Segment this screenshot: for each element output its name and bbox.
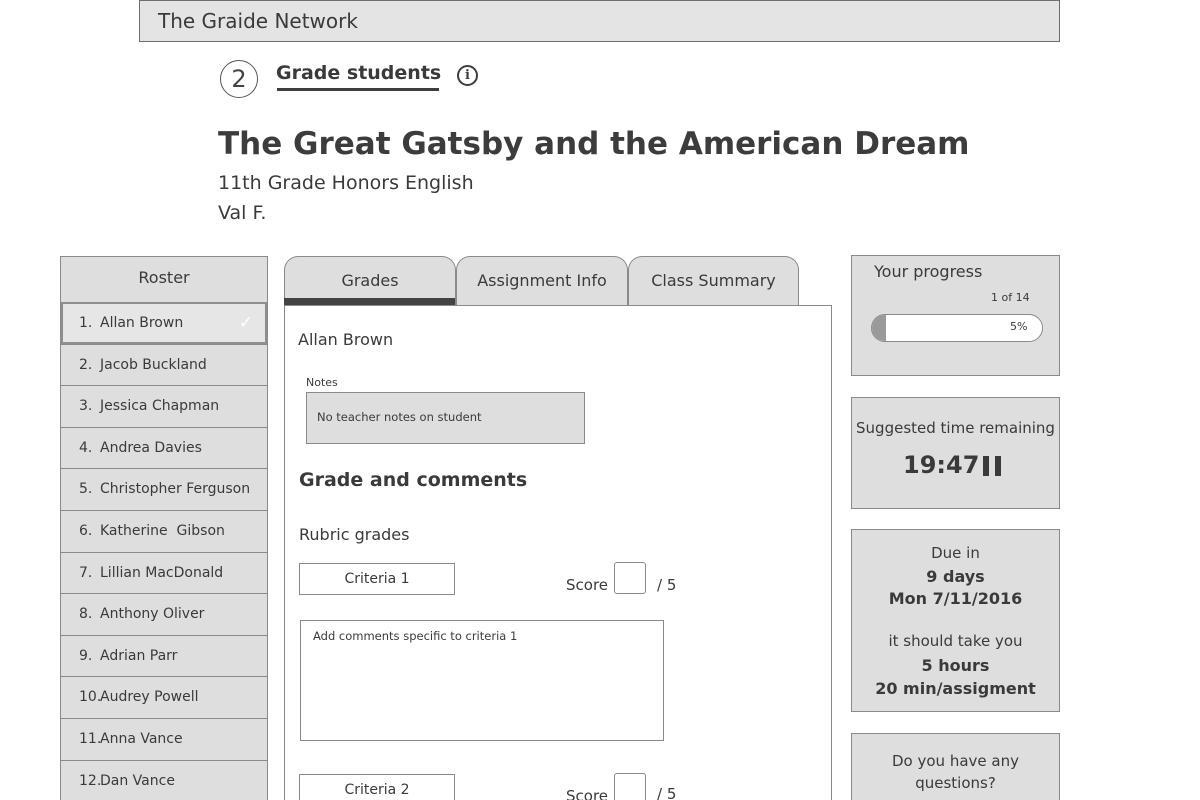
tab-assignment-info-label: Assignment Info	[477, 271, 607, 290]
roster-item[interactable]: 2. Jacob Buckland	[61, 343, 267, 386]
roster-item-name: Jessica Chapman	[100, 398, 220, 415]
roster-item-number: 3.	[79, 398, 93, 415]
roster-item-number: 12.	[79, 772, 102, 789]
pause-icon[interactable]	[983, 456, 1003, 476]
progress-percent: 5%	[1010, 320, 1028, 333]
timer-value: 19:47	[903, 451, 980, 479]
tab-assignment-info[interactable]: Assignment Info	[456, 256, 628, 306]
assignment-title: The Great Gatsby and the American Dream	[218, 126, 970, 162]
estimate-per-assignment: 20 min/assigment	[875, 679, 1036, 698]
roster-title: Roster	[138, 268, 190, 287]
roster-item[interactable]: 10.Audrey Powell	[61, 676, 267, 718]
roster-item-number: 10.	[79, 689, 102, 706]
estimate-hours: 5 hours	[921, 656, 990, 675]
roster-item-name: Anthony Oliver	[100, 606, 205, 623]
tab-grades-label: Grades	[341, 271, 399, 290]
assignment-class: 11th Grade Honors English	[218, 172, 474, 194]
due-date: Mon 7/11/2016	[888, 589, 1023, 608]
roster-item-number: 5.	[79, 481, 93, 498]
roster-item-name: Katherine Gibson	[100, 523, 225, 539]
app-title: The Graide Network	[158, 9, 358, 33]
step-title-underline	[277, 88, 439, 91]
roster-item[interactable]: 9. Adrian Parr	[61, 634, 267, 677]
due-days: 9 days	[926, 567, 985, 586]
roster-item[interactable]: 8. Anthony Oliver	[61, 593, 267, 635]
criteria-1-score-max: / 5	[657, 576, 677, 594]
roster-item-number: 4.	[79, 439, 93, 456]
roster-item-name: Allan Brown	[100, 315, 184, 331]
roster-item-number: 9.	[79, 647, 93, 664]
roster-panel: Roster 1. Allan Brown ✓ 2. Jacob Buckland 3. J…	[60, 256, 268, 800]
criteria-1-comment-field[interactable]: Add comments specific to criteria 1	[300, 620, 664, 741]
progress-count: 1 of 14	[991, 291, 1030, 304]
notes-box: No teacher notes on student	[306, 392, 585, 444]
student-name: Allan Brown	[298, 330, 394, 349]
roster-item[interactable]: 4. Andrea Davies	[61, 426, 267, 469]
notes-label: Notes	[306, 376, 338, 389]
estimate-label: it should take you	[888, 632, 1023, 650]
roster-item-name: Anna Vance	[100, 731, 183, 747]
roster-item-number: 2.	[79, 356, 93, 373]
tab-class-summary-label: Class Summary	[651, 271, 776, 290]
info-icon[interactable]: i	[457, 65, 478, 86]
roster-item-name: Christopher Ferguson	[100, 481, 251, 498]
roster-item-name: Jacob Buckland	[100, 356, 207, 373]
criteria-2-score-input[interactable]	[614, 773, 646, 800]
grade-comments-heading: Grade and comments	[299, 469, 528, 491]
roster-item[interactable]: 11.Anna Vance	[61, 718, 267, 760]
roster-item-number: 8.	[79, 606, 93, 623]
criteria-1-button[interactable]: Criteria 1	[299, 563, 455, 595]
roster-item-name: Andrea Davies	[100, 439, 202, 456]
roster-item[interactable]: 3. Jessica Chapman	[61, 385, 267, 427]
progress-title: Your progress	[874, 262, 983, 281]
roster-item-number: 1.	[79, 315, 93, 331]
roster-item-name: Adrian Parr	[100, 647, 178, 664]
app-header: The Graide Network	[139, 0, 1060, 42]
criteria-2-score-label: Score	[566, 787, 609, 800]
roster-item[interactable]: 6. Katherine Gibson	[61, 510, 267, 552]
roster-item-name: Audrey Powell	[100, 689, 199, 706]
roster-item-number: 7.	[79, 564, 93, 581]
due-label: Due in	[931, 544, 980, 562]
criteria-1-score-label: Score	[566, 576, 609, 594]
rubric-grades-heading: Rubric grades	[299, 525, 410, 544]
criteria-1-score-input[interactable]	[614, 562, 646, 594]
timer-label: Suggested time remaining	[856, 419, 1055, 437]
roster-item-number: 6.	[79, 523, 93, 539]
criteria-2-button[interactable]: Criteria 2	[299, 774, 455, 800]
step-title: Grade students	[276, 62, 442, 84]
assignment-teacher: Val F.	[218, 202, 267, 224]
roster-item[interactable]: 5. Christopher Ferguson	[61, 468, 267, 510]
roster-item[interactable]: 7. Lillian MacDonald	[61, 551, 267, 594]
progress-fill	[872, 315, 886, 341]
questions-line-2: questions?	[915, 774, 996, 792]
tab-class-summary[interactable]: Class Summary	[628, 256, 799, 306]
roster-item-name: Dan Vance	[100, 772, 175, 789]
step-number-badge: 2	[220, 60, 258, 98]
questions-line-1: Do you have any	[892, 752, 1019, 770]
roster-item[interactable]: 12.Dan Vance	[61, 759, 267, 800]
roster-item-name: Lillian MacDonald	[100, 564, 224, 581]
roster-item[interactable]: 1. Allan Brown ✓	[61, 302, 267, 344]
criteria-2-score-max: / 5	[657, 785, 677, 800]
roster-item-number: 11.	[79, 731, 102, 747]
check-icon: ✓	[238, 313, 253, 333]
active-tab-indicator	[284, 298, 455, 305]
